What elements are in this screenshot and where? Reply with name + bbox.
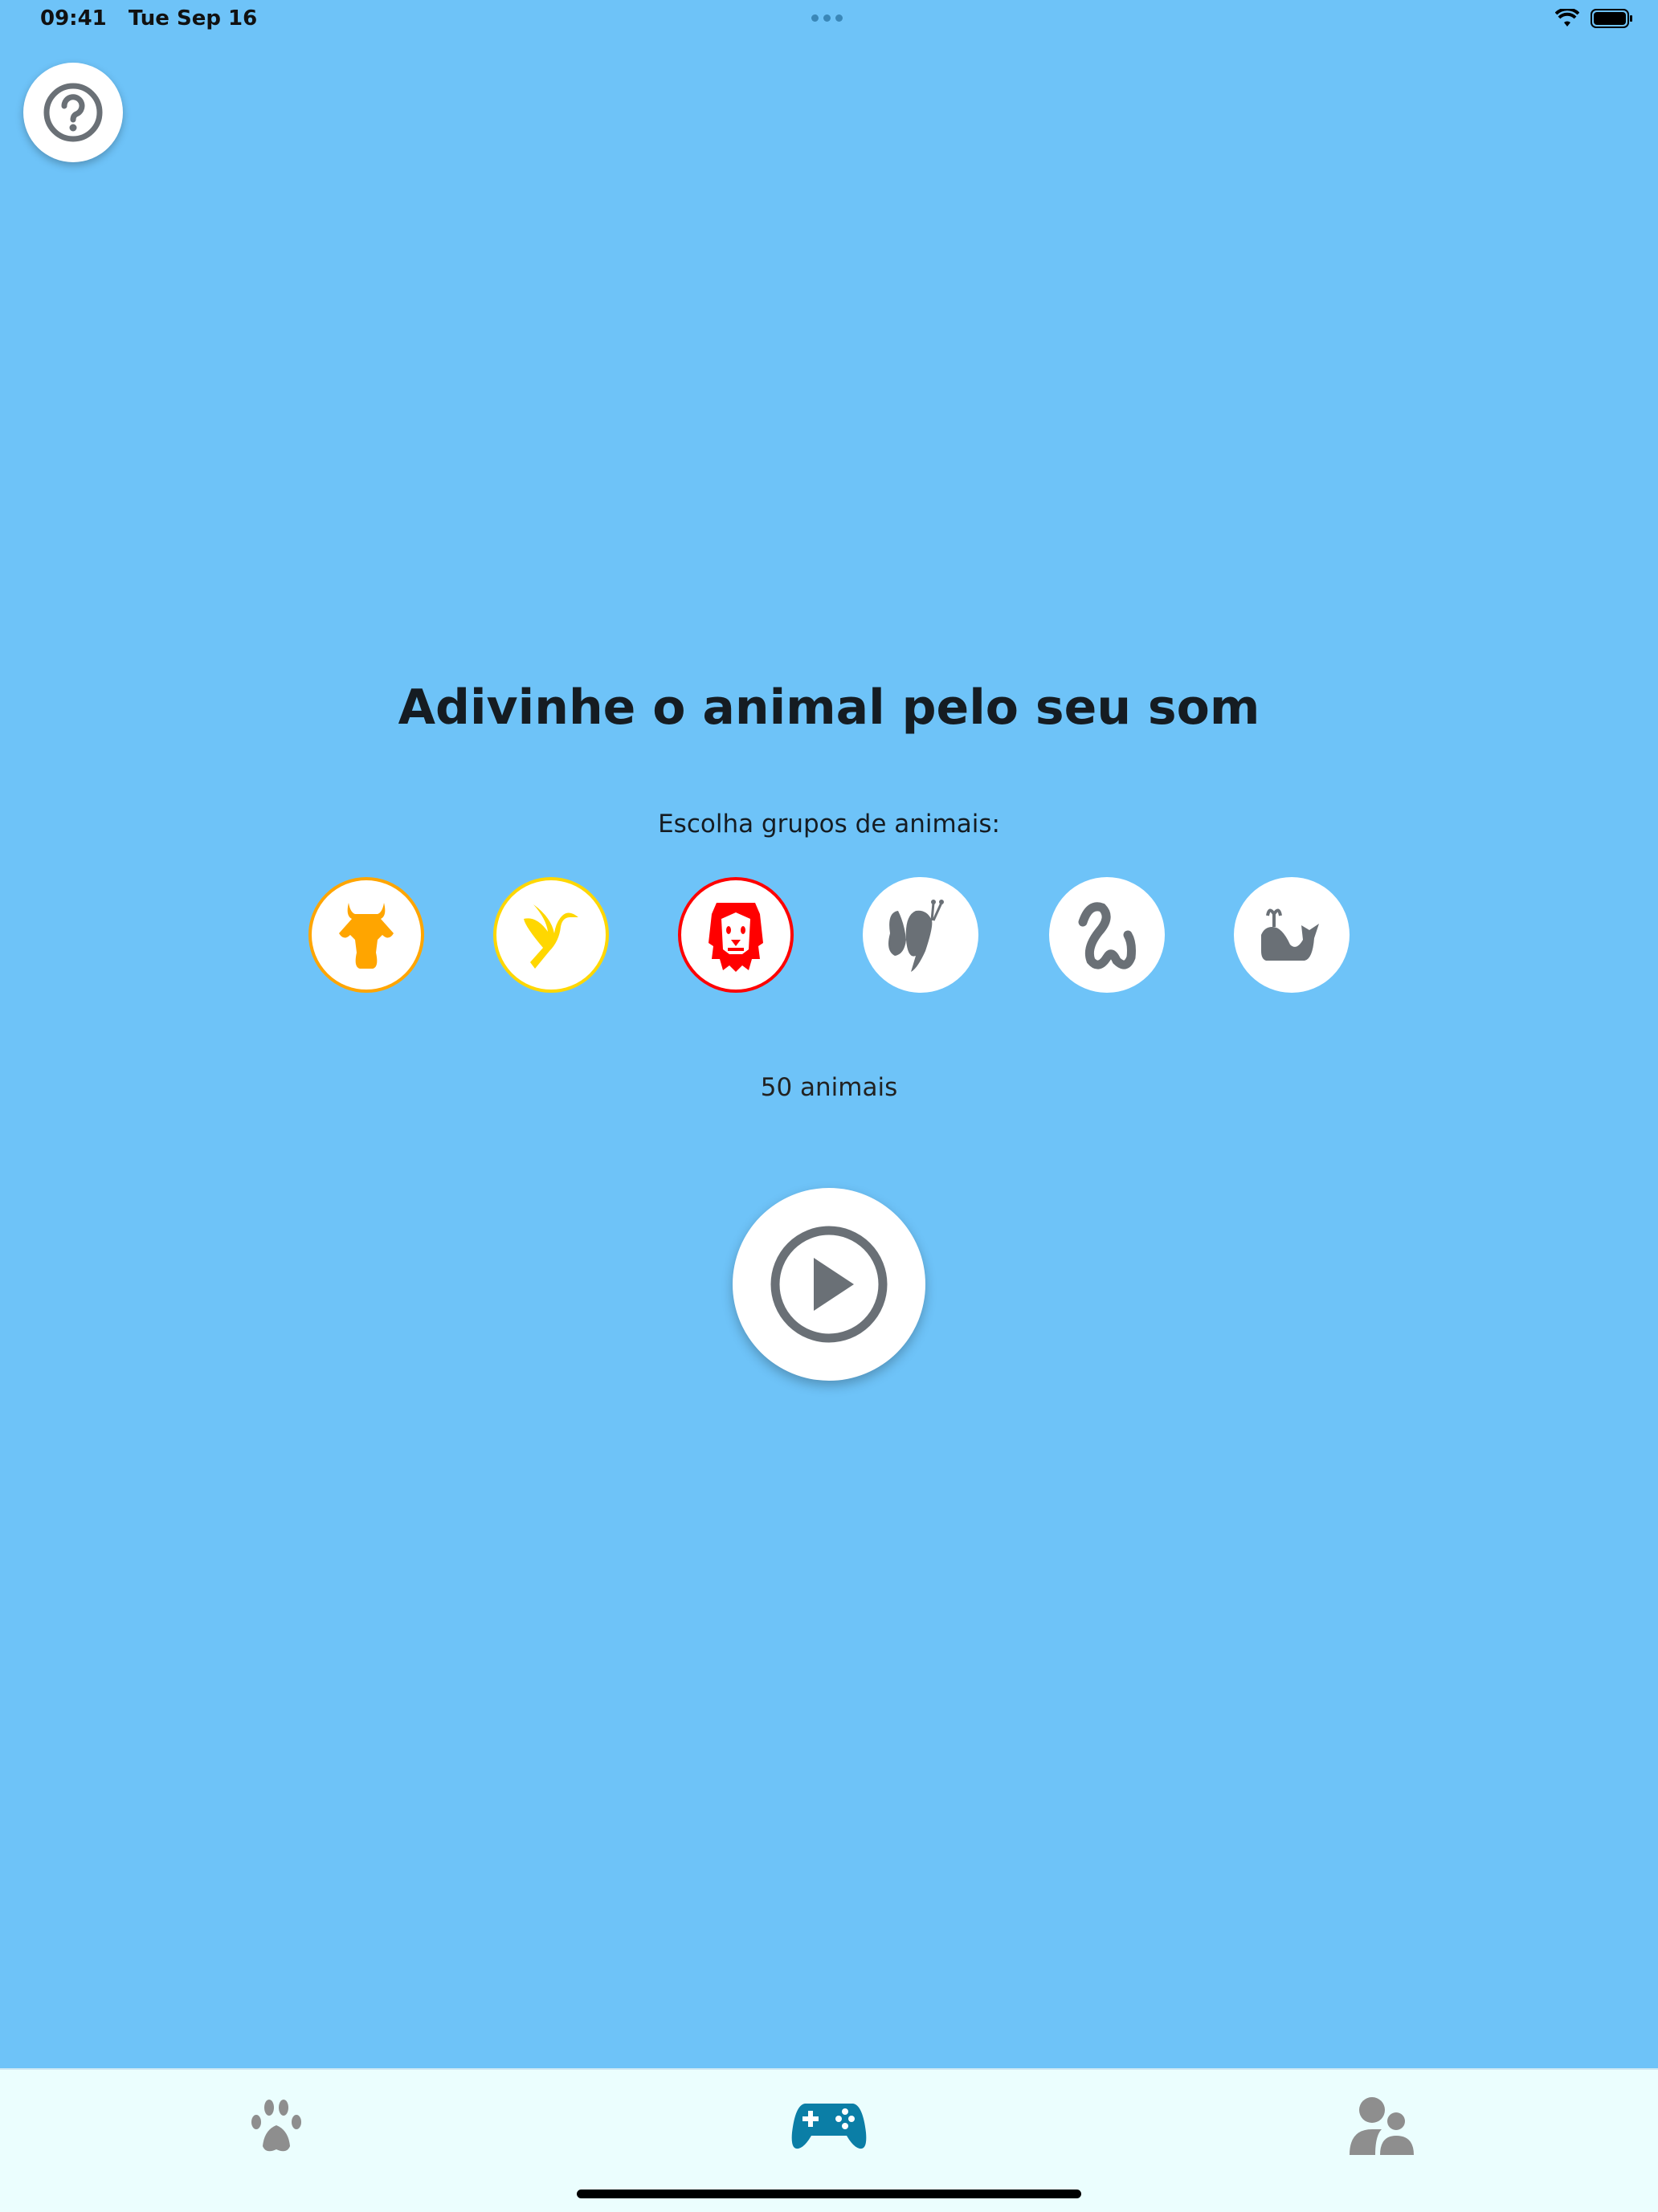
wifi-icon [1555, 9, 1579, 27]
status-bar-time: 09:41 Tue Sep 16 [40, 6, 257, 31]
bird-icon [524, 904, 578, 969]
play-button[interactable] [733, 1188, 925, 1381]
multitasking-dots[interactable] [811, 14, 843, 22]
group-bird-button[interactable] [493, 877, 609, 993]
group-butterfly-button[interactable] [863, 877, 978, 993]
group-lion-button[interactable] [678, 877, 794, 993]
animal-count: 50 animais [760, 1073, 898, 1102]
tab-game[interactable] [781, 2094, 877, 2158]
battery-icon [1591, 9, 1632, 28]
page-title: Adivinhe o animal pelo seu som [398, 680, 1260, 736]
tab-animals[interactable] [228, 2094, 325, 2158]
users-icon [1350, 2097, 1414, 2155]
help-button[interactable] [23, 63, 123, 162]
groups-label: Escolha grupos de animais: [658, 810, 1000, 839]
play-circle-icon [770, 1226, 888, 1343]
butterfly-icon [888, 900, 944, 972]
lion-icon [709, 903, 763, 972]
snake-icon [1078, 902, 1136, 969]
cow-icon [339, 903, 394, 969]
time: 09:41 [40, 6, 107, 31]
paw-icon [251, 2100, 301, 2152]
whale-icon [1261, 908, 1319, 961]
status-icons [1555, 8, 1634, 29]
date: Tue Sep 16 [128, 6, 258, 31]
question-circle-icon [43, 83, 103, 142]
gamepad-icon [791, 2104, 867, 2149]
home-indicator[interactable] [577, 2190, 1081, 2198]
tab-profile[interactable] [1333, 2094, 1430, 2158]
group-cow-button[interactable] [308, 877, 424, 993]
group-whale-button[interactable] [1234, 877, 1350, 993]
group-snake-button[interactable] [1049, 877, 1165, 993]
